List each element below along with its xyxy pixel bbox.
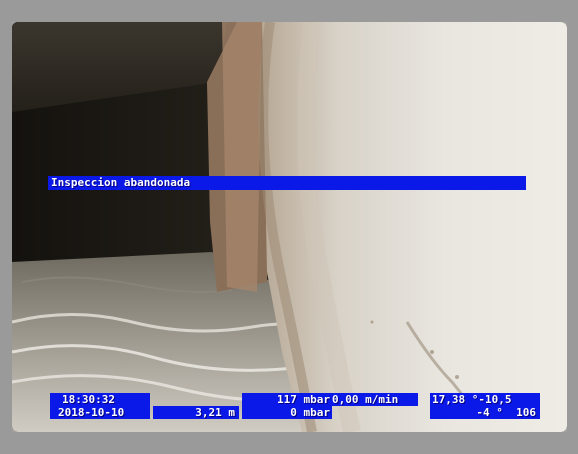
left-border [0,0,12,454]
bottom-border [0,432,578,454]
pressure-readout-bottom: 0 mbar [242,406,332,419]
angle-readout-top: 17,38 °-10,5 [430,393,540,406]
pipe-camera-video [12,22,567,432]
right-border [567,0,578,454]
distance-readout: 3,21 m [153,406,239,419]
inspection-status-banner: Inspeccion abandonada [48,176,526,190]
angle-readout-bottom: -4 ° 106 [430,406,540,419]
pipe-interior-image [12,22,567,432]
recording-date: 2018-10-10 [50,406,150,419]
inspection-viewer-frame: Inspeccion abandonada 18:30:32 2018-10-1… [0,0,578,454]
speed-readout: 0,00 m/min [332,393,418,406]
top-border [0,0,578,22]
recording-time: 18:30:32 [50,393,150,406]
pressure-readout-top: 117 mbar [242,393,332,406]
